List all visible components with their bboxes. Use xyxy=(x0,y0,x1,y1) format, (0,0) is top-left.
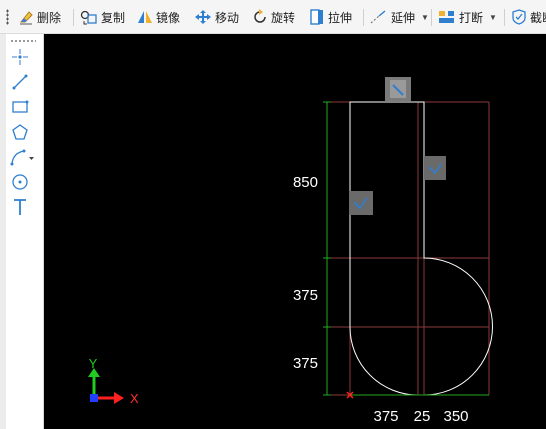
toolbar-grip[interactable] xyxy=(6,9,9,25)
extend-icon xyxy=(370,10,386,24)
dimension-label: 375 xyxy=(293,355,318,372)
grip-handle-right[interactable] xyxy=(424,156,446,180)
panel-grip[interactable] xyxy=(10,40,36,42)
grip-handle-top[interactable] xyxy=(385,77,411,101)
eraser-icon xyxy=(19,11,33,25)
stretch-icon xyxy=(310,9,323,25)
part-outline[interactable] xyxy=(349,101,493,396)
extend-dropdown-icon[interactable]: ▼ xyxy=(421,13,429,22)
dimension-label: 375 xyxy=(373,408,398,425)
pentagon-icon xyxy=(12,124,28,140)
delete-label: 删除 xyxy=(37,10,62,25)
point-icon xyxy=(12,49,28,65)
break-dropdown-icon[interactable]: ▼ xyxy=(489,13,497,22)
extend-button[interactable]: 延伸 ▼ xyxy=(370,0,429,34)
line-tool[interactable] xyxy=(9,71,31,93)
break-button[interactable]: 打断 ▼ xyxy=(438,0,497,34)
break-label: 打断 xyxy=(459,10,484,25)
text-tool[interactable] xyxy=(9,196,31,218)
drawing-canvas[interactable]: 850 375 375 375 25 350 Y X xyxy=(44,34,546,429)
rectangle-icon xyxy=(12,100,29,113)
extend-label: 延伸 xyxy=(391,10,416,25)
move-button[interactable]: 移动 xyxy=(194,0,239,34)
polygon-tool[interactable] xyxy=(9,121,31,143)
rectangle-tool[interactable] xyxy=(9,96,31,118)
drawing-svg: 850 375 375 375 25 350 Y X xyxy=(88,77,493,425)
trim-label: 截断 xyxy=(530,10,546,25)
copy-icon xyxy=(80,10,97,25)
x-axis-label: X xyxy=(130,391,139,406)
move-label: 移动 xyxy=(215,10,240,25)
line-icon xyxy=(12,74,28,90)
mirror-button[interactable]: 镜像 xyxy=(137,0,180,34)
circle-icon xyxy=(12,174,28,190)
stretch-button[interactable]: 拉伸 xyxy=(309,0,352,34)
delete-button[interactable]: 删除 xyxy=(18,0,61,34)
copy-button[interactable]: 复制 xyxy=(80,0,125,34)
mirror-icon xyxy=(138,11,152,23)
polyline-icon xyxy=(10,149,34,166)
rotate-label: 旋转 xyxy=(271,10,296,25)
panel-edge xyxy=(0,34,6,429)
point-tool[interactable] xyxy=(9,46,31,68)
rotate-icon xyxy=(254,9,266,23)
draw-tool-panel xyxy=(0,34,44,429)
polyline-tool[interactable] xyxy=(9,146,37,168)
break-icon xyxy=(439,11,454,23)
dimension-label: 350 xyxy=(443,408,468,425)
rotate-button[interactable]: 旋转 xyxy=(252,0,295,34)
mirror-label: 镜像 xyxy=(156,10,181,25)
text-icon xyxy=(14,199,26,215)
copy-label: 复制 xyxy=(101,10,126,25)
circle-tool[interactable] xyxy=(9,171,31,193)
dimension-label: 850 xyxy=(293,174,318,191)
dimension-label: 375 xyxy=(293,287,318,304)
trim-button[interactable]: 截断 xyxy=(511,0,546,34)
trim-icon xyxy=(512,9,526,25)
move-icon xyxy=(195,10,211,24)
grip-handle-left[interactable] xyxy=(349,191,373,215)
stretch-label: 拉伸 xyxy=(328,10,353,25)
y-axis-label: Y xyxy=(89,356,98,371)
toolbar: 删除 复制 镜像 移动 旋转 拉伸 延伸 ▼ 打断 ▼ 截断 xyxy=(0,0,546,34)
ucs-axis-icon xyxy=(88,368,124,404)
dimension-label: 25 xyxy=(414,408,431,425)
